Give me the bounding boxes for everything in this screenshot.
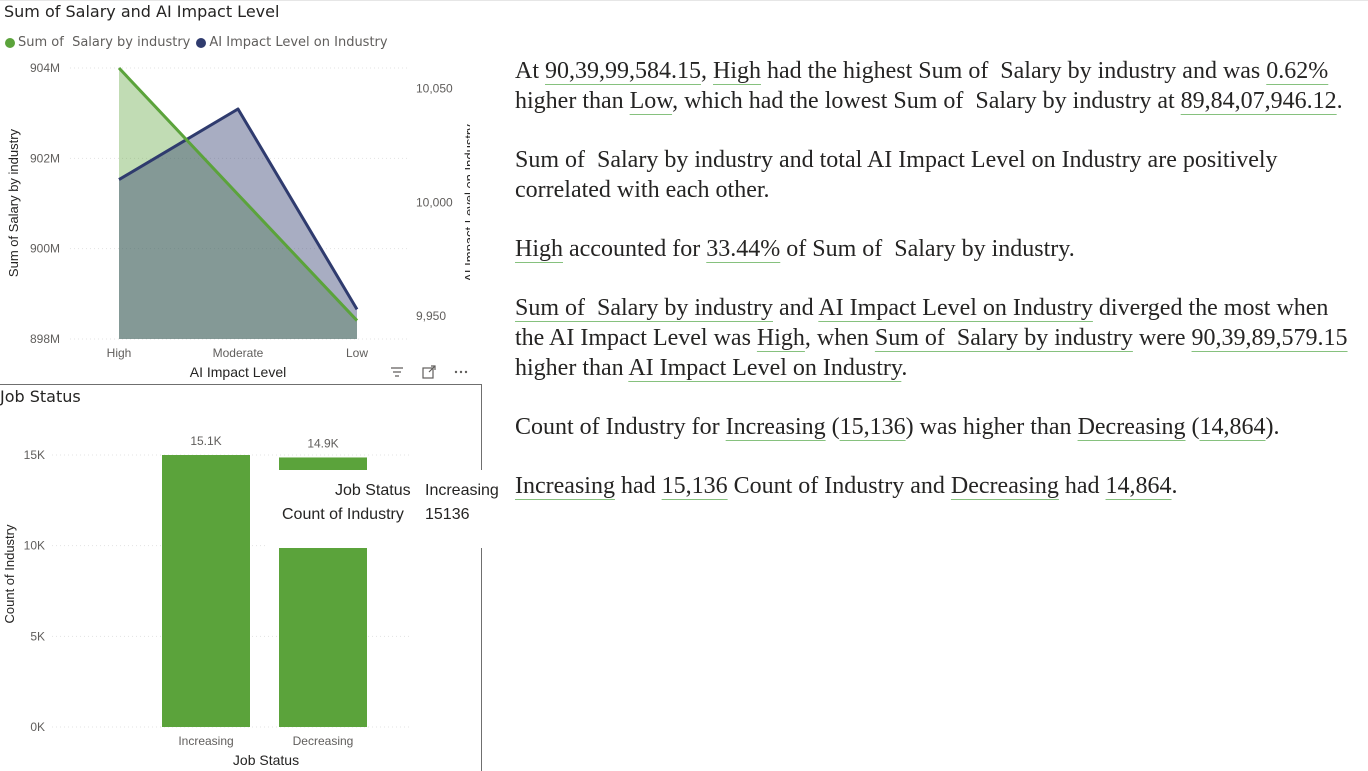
narrative-value: 90,39,89,579.15 [1191, 325, 1348, 351]
narrative-text: of Sum of Salary by industry. [780, 236, 1075, 262]
narrative-value: AI Impact Level on Industry [818, 295, 1093, 321]
filter-icon[interactable] [387, 362, 407, 382]
narrative-text: , when [804, 325, 875, 351]
y2-tick-label: 9,950 [416, 309, 446, 323]
narrative-text: At [515, 58, 545, 84]
x-tick-label: Moderate [213, 346, 264, 360]
visual-header [387, 361, 482, 383]
narrative-text: . [1336, 88, 1343, 114]
narrative-value: 14,864 [1105, 473, 1172, 499]
narrative-text: had the highest Sum of Salary by industr… [761, 58, 1267, 84]
chart-title: Sum of Salary and AI Impact Level [4, 2, 280, 21]
x-tick-label: High [107, 346, 132, 360]
y-axis-title: Sum of Salary by industry [6, 128, 21, 277]
data-label: 15.1K [190, 434, 221, 448]
narrative-text: ( [1185, 414, 1200, 440]
narrative-text: and [773, 295, 819, 321]
narrative-value: High [515, 236, 563, 262]
x-axis-title-job-status: Job Status [233, 752, 299, 768]
narrative-value: 90,39,99,584.15 [545, 58, 701, 84]
narrative-text: , which had the lowest Sum of Salary by … [672, 88, 1181, 114]
top-divider [0, 0, 1368, 1]
y-tick-label: 0K [30, 720, 45, 734]
narrative-value: High [713, 58, 761, 84]
narrative-value: 14,864 [1199, 414, 1266, 440]
narrative-paragraph-1: At 90,39,99,584.15, High had the highest… [515, 56, 1355, 116]
y2-tick-label: 10,050 [416, 81, 453, 95]
y-axis-title-count: Count of Industry [2, 524, 17, 623]
more-options-icon[interactable] [451, 362, 471, 382]
narrative-text: Sum of Salary by industry and total AI I… [515, 147, 1284, 203]
narrative-paragraph-2: Sum of Salary by industry and total AI I… [515, 145, 1355, 205]
narrative-text: . [1171, 473, 1178, 499]
narrative-value: High [756, 325, 805, 351]
narrative-text: higher than [515, 355, 629, 381]
data-label: 14.9K [307, 436, 338, 450]
narrative-value: Sum of Salary by industry [874, 325, 1133, 351]
focus-mode-icon[interactable] [419, 362, 439, 382]
legend-dot-ai-impact [196, 37, 207, 48]
narrative-text: ) was higher than [905, 414, 1078, 440]
y-tick-label: 5K [30, 629, 45, 643]
tooltip-value-count: 15136 [425, 506, 470, 523]
legend-item-salary[interactable]: Sum of Salary by industry [18, 35, 190, 50]
legend-item-ai-impact[interactable]: AI Impact Level on Industry [209, 35, 387, 50]
narrative-paragraph-6: Increasing had 15,136 Count of Industry … [515, 471, 1355, 501]
narrative-value: 89,84,07,946.12 [1180, 88, 1337, 114]
narrative-text: accounted for [563, 236, 707, 262]
data-tooltip: Job Status Increasing Count of Industry … [268, 470, 508, 548]
x-tick-label: Decreasing [293, 734, 354, 748]
bar-increasing[interactable] [162, 455, 250, 727]
smart-narrative: At 90,39,99,584.15, High had the highest… [515, 56, 1355, 530]
tooltip-value-job-status: Increasing [425, 482, 499, 499]
job-status-bar-chart[interactable]: 15.1K 14.9K 0K 5K 10K 15K Increasing Decreasi… [0, 410, 480, 770]
y2-tick-label: 10,000 [416, 195, 453, 209]
chart-title-job-status: Job Status [0, 387, 81, 406]
combo-area-chart[interactable]: 898M 900M 902M 904M 9,950 10,000 10,050 High M… [0, 55, 470, 385]
y-tick-label: 902M [30, 151, 60, 165]
y-tick-label: 15K [24, 448, 45, 462]
narrative-value: Increasing [515, 473, 615, 499]
legend-dot-salary [5, 37, 15, 48]
narrative-value: 15,136 [661, 473, 728, 499]
narrative-paragraph-4: Sum of Salary by industry and AI Impact … [515, 293, 1355, 383]
narrative-value: AI Impact Level on Industry [628, 355, 902, 381]
x-tick-label: Increasing [178, 734, 233, 748]
narrative-text: ( [825, 414, 840, 440]
narrative-text: ). [1265, 414, 1280, 440]
y2-axis-title: AI Impact Level on Industry [462, 124, 470, 282]
narrative-value: 33.44% [706, 236, 781, 262]
tooltip-label-job-status: Job Status [335, 482, 411, 499]
narrative-text: Count of Industry for [515, 414, 726, 440]
narrative-paragraph-5: Count of Industry for Increasing (15,136… [515, 412, 1355, 442]
tooltip-label-count: Count of Industry [282, 506, 404, 523]
narrative-paragraph-3: High accounted for 33.44% of Sum of Sala… [515, 234, 1355, 264]
narrative-text: were [1132, 325, 1192, 351]
y-tick-label: 898M [30, 332, 60, 346]
x-axis-title: AI Impact Level [190, 364, 287, 380]
y-tick-label: 900M [30, 242, 60, 256]
narrative-value: Decreasing [1077, 414, 1186, 440]
narrative-text: higher than [515, 88, 630, 114]
narrative-value: Decreasing [950, 473, 1059, 499]
narrative-text: . [901, 355, 908, 381]
narrative-value: 0.62% [1266, 58, 1329, 84]
narrative-value: 15,136 [839, 414, 906, 440]
y-tick-label: 10K [24, 539, 45, 553]
narrative-text: had [1058, 473, 1106, 499]
narrative-value: Low [629, 88, 673, 114]
narrative-text: , [701, 58, 713, 84]
y-tick-label: 904M [30, 61, 60, 75]
narrative-text: had [614, 473, 662, 499]
x-tick-label: Low [346, 346, 368, 360]
narrative-value: Sum of Salary by industry [515, 295, 773, 321]
chart-legend: Sum of Salary by industry AI Impact Leve… [5, 35, 388, 50]
narrative-text: Count of Industry and [727, 473, 951, 499]
narrative-value: Increasing [725, 414, 826, 440]
